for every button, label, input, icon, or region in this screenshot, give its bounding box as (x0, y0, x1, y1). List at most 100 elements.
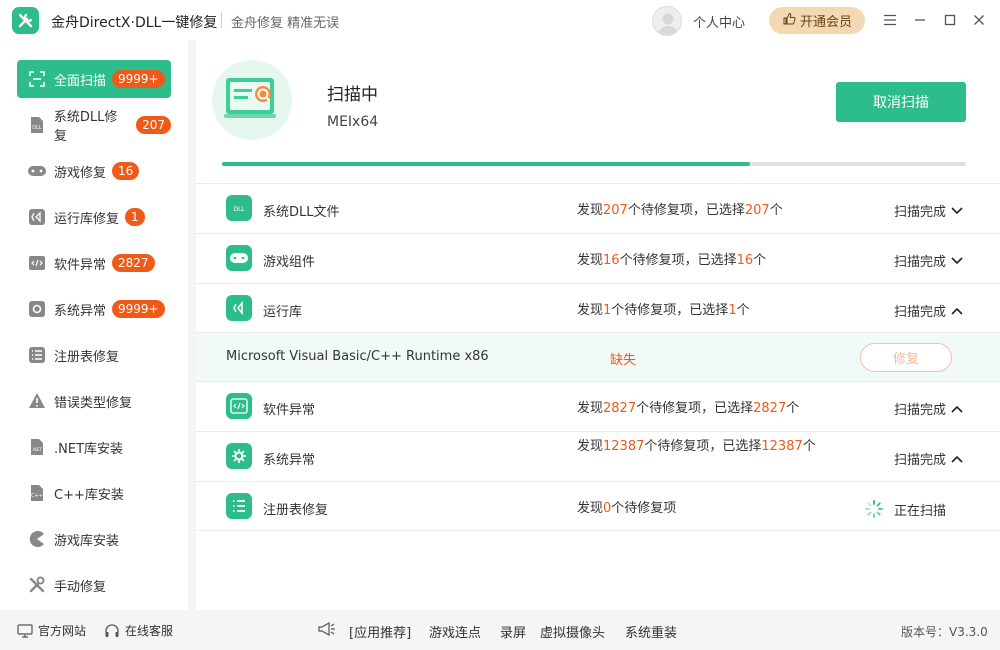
result-summary: 发现1个待修复项，已选择1个 (577, 303, 750, 318)
runtime-item-name: Microsoft Visual Basic/C++ Runtime x86 (226, 349, 489, 364)
count-badge: 16 (112, 162, 140, 180)
headset-icon (105, 623, 119, 637)
close-icon[interactable] (969, 10, 989, 30)
result-row-dll[interactable]: DLL 系统DLL文件 发现207个待修复项，已选择207个 扫描完成 (196, 183, 1000, 233)
code-icon (226, 393, 252, 419)
sidebar-item-full-scan[interactable]: 全面扫描 9999+ (17, 60, 171, 98)
scan-illustration (212, 60, 292, 140)
sidebar-item-label: 注册表修复 (54, 349, 120, 365)
sidebar-item-dll-repair[interactable]: DLL 系统DLL修复 207 (17, 106, 171, 144)
version-label: 版本号：V3.3.0 (901, 625, 988, 639)
sidebar-item-label: .NET库安装 (54, 441, 124, 457)
gamepad-icon (27, 161, 47, 181)
sidebar-item-label: 全面扫描 (54, 73, 107, 89)
result-row-game[interactable]: 游戏组件 发现16个待修复项，已选择16个 扫描完成 (196, 233, 1000, 283)
cancel-scan-button[interactable]: 取消扫描 (836, 82, 966, 122)
result-status: 正在扫描 (864, 499, 946, 519)
thumb-up-icon (782, 12, 796, 30)
count-badge: 2827 (112, 254, 155, 272)
result-summary: 发现12387个待修复项，已选择12387个 (577, 439, 816, 454)
link-system-reinstall[interactable]: 系统重装 (625, 622, 677, 641)
result-row-runtime[interactable]: 运行库 发现1个待修复项，已选择1个 扫描完成 (196, 283, 1000, 333)
tools-icon (27, 575, 47, 595)
sidebar-item-runtime-repair[interactable]: 运行库修复 1 (17, 198, 171, 236)
sidebar-item-label: 游戏库安装 (54, 533, 120, 549)
registry-icon (226, 493, 252, 519)
svg-text:.NET: .NET (32, 447, 43, 453)
result-row-software[interactable]: 软件异常 发现2827个待修复项，已选择2827个 扫描完成 (196, 381, 1000, 431)
missing-status: 缺失 (610, 353, 637, 368)
sidebar-item-label: 手动修复 (54, 579, 107, 595)
result-status[interactable]: 扫描完成 (894, 201, 963, 220)
gear-icon (226, 443, 252, 469)
sidebar-item-game-lib-install[interactable]: 游戏库安装 (17, 520, 171, 558)
sidebar-item-software-error[interactable]: 软件异常 2827 (17, 244, 171, 282)
result-summary: 发现207个待修复项，已选择207个 (577, 203, 783, 218)
title-divider (221, 12, 222, 28)
scan-status-title: 扫描中 (327, 85, 378, 105)
count-badge: 1 (125, 208, 145, 226)
sidebar-item-system-error[interactable]: 系统异常 9999+ (17, 290, 171, 328)
result-row-registry[interactable]: 注册表修复 发现0个待修复项 正在扫描 (196, 481, 1000, 531)
repair-button[interactable]: 修复 (860, 343, 952, 372)
title-bar: 金舟DirectX·DLL一键修复 金舟修复 精准无误 个人中心 开通会员 (0, 0, 1000, 40)
result-summary: 发现16个待修复项，已选择16个 (577, 253, 767, 268)
maximize-icon[interactable] (940, 10, 960, 30)
sidebar-item-label: 系统DLL修复 (53, 110, 118, 144)
svg-text:DLL: DLL (32, 125, 42, 131)
vip-button[interactable]: 开通会员 (769, 7, 865, 34)
sidebar-item-dotnet-install[interactable]: .NET .NET库安装 (17, 428, 171, 466)
sidebar-item-label: 错误类型修复 (54, 395, 133, 411)
user-center-link[interactable]: 个人中心 (693, 12, 745, 31)
chevron-down-icon (951, 206, 963, 214)
sidebar-item-label: 运行库修复 (54, 211, 120, 227)
sidebar: 全面扫描 9999+ DLL 系统DLL修复 207 游戏修复 16 运行库修复… (0, 40, 188, 610)
sidebar-item-label: 系统异常 (54, 303, 107, 319)
count-badge: 207 (136, 116, 171, 134)
chevron-up-icon (951, 455, 963, 463)
result-status[interactable]: 扫描完成 (894, 301, 963, 320)
wrench-icon (12, 7, 39, 34)
link-virtual-camera[interactable]: 虚拟摄像头 (540, 622, 605, 641)
sidebar-item-game-repair[interactable]: 游戏修复 16 (17, 152, 171, 190)
dll-icon: DLL (226, 195, 252, 221)
footer: 官方网站 在线客服 [应用推荐] 游戏连点 录屏 虚拟摄像头 系统重装 版本号：… (0, 610, 1000, 650)
monitor-icon (17, 623, 33, 638)
sidebar-item-label: C++库安装 (54, 487, 124, 503)
minimize-icon[interactable] (910, 10, 930, 30)
sidebar-item-error-type-repair[interactable]: 错误类型修复 (17, 382, 171, 420)
gear-icon (27, 299, 47, 319)
result-status[interactable]: 扫描完成 (894, 251, 963, 270)
sidebar-item-manual-repair[interactable]: 手动修复 (17, 566, 171, 604)
result-summary: 发现2827个待修复项，已选择2827个 (577, 401, 800, 416)
megaphone-icon (317, 621, 337, 637)
chevron-up-icon (951, 307, 963, 315)
scan-progress-fill (222, 162, 751, 166)
dll-icon: DLL (27, 115, 47, 135)
cpp-icon: C++ (27, 483, 47, 503)
menu-icon[interactable] (880, 10, 900, 30)
result-name: 系统DLL文件 (263, 205, 340, 220)
pacman-icon (27, 529, 47, 549)
online-service-link[interactable]: 在线客服 (104, 622, 173, 639)
link-auto-clicker[interactable]: 游戏连点 (429, 622, 481, 641)
chevron-up-icon (951, 405, 963, 413)
scan-progress-bar (222, 162, 966, 166)
result-name: 系统异常 (263, 453, 316, 468)
official-website-link[interactable]: 官方网站 (17, 622, 86, 639)
runtime-icon (226, 295, 252, 321)
sidebar-item-registry-repair[interactable]: 注册表修复 (17, 336, 171, 374)
scan-icon (27, 69, 47, 89)
link-screen-record[interactable]: 录屏 (500, 622, 526, 641)
avatar[interactable] (652, 6, 682, 36)
result-status[interactable]: 扫描完成 (894, 399, 963, 418)
count-badge: 9999+ (112, 300, 165, 318)
result-status[interactable]: 扫描完成 (894, 449, 963, 468)
registry-icon (27, 345, 47, 365)
code-icon (27, 253, 47, 273)
result-name: 注册表修复 (263, 503, 329, 518)
result-row-system[interactable]: 系统异常 发现12387个待修复项，已选择12387个 扫描完成 (196, 431, 1000, 481)
sidebar-item-cpp-install[interactable]: C++ C++库安装 (17, 474, 171, 512)
count-badge: 9999+ (112, 70, 165, 88)
vip-label: 开通会员 (799, 15, 852, 30)
